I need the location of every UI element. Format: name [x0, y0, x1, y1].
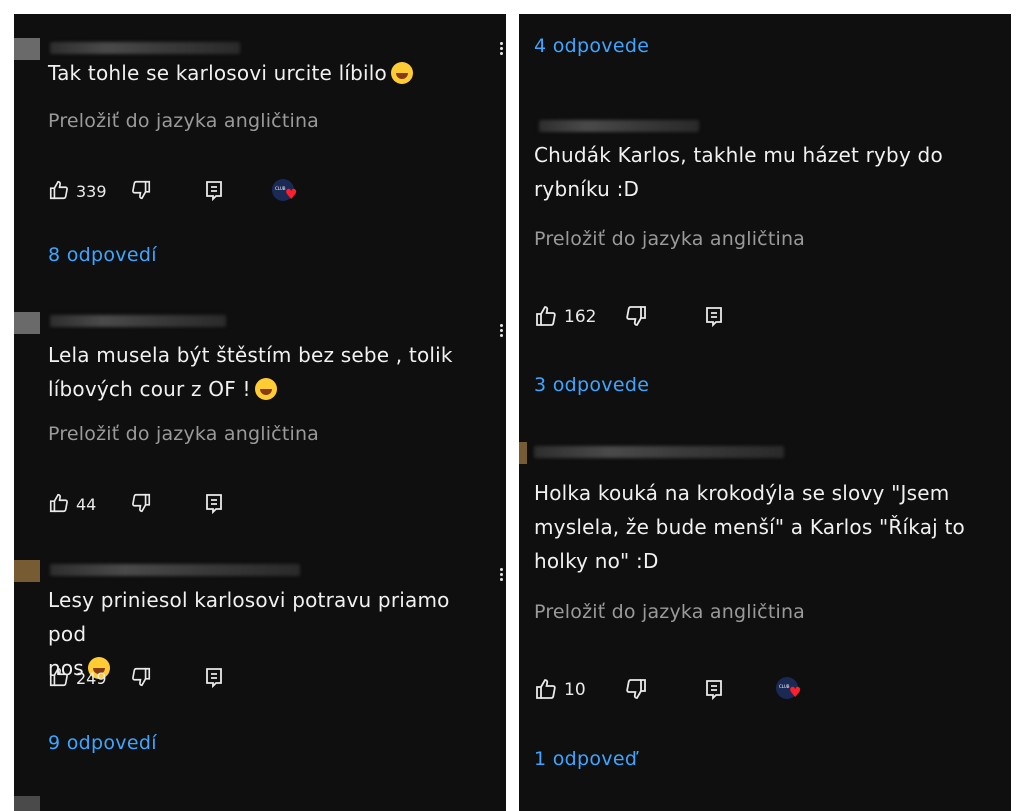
thumbs-up-icon[interactable]: [48, 666, 70, 688]
translate-link[interactable]: Preložiť do jazyka angličtina: [48, 110, 319, 132]
thumbs-down-icon[interactable]: [624, 304, 648, 328]
heart-icon: ♥: [285, 187, 298, 203]
rofl-emoji: [254, 378, 277, 400]
thumbs-down-icon[interactable]: [130, 492, 152, 514]
reply-icon[interactable]: [704, 677, 724, 701]
replies-link[interactable]: 4 odpovede: [534, 35, 649, 57]
like-count: 44: [76, 495, 97, 514]
creator-heart-badge: CLUB ♥: [776, 677, 802, 701]
thumbs-up-icon[interactable]: [48, 179, 70, 201]
comment-actions: 339 CLUB ♥: [48, 179, 348, 205]
reply-icon[interactable]: [704, 304, 724, 328]
author-name-redacted: [534, 446, 784, 458]
thumbs-up-icon[interactable]: [48, 492, 70, 514]
like-count: 10: [564, 680, 586, 700]
reply-icon[interactable]: [204, 666, 224, 688]
translate-link[interactable]: Preložiť do jazyka angličtina: [534, 228, 805, 250]
like-count: 162: [564, 307, 597, 327]
comment-text: Chudák Karlos, takhle mu házet ryby do r…: [534, 143, 943, 201]
avatar[interactable]: [14, 796, 40, 811]
like-count: 339: [76, 182, 107, 201]
more-options-icon[interactable]: [500, 566, 504, 583]
reply-icon[interactable]: [204, 492, 224, 514]
avatar[interactable]: [14, 312, 40, 334]
comment-actions: 162: [534, 304, 834, 330]
replies-link[interactable]: 9 odpovedí: [48, 732, 157, 754]
avatar[interactable]: [519, 442, 527, 464]
like-count: 249: [76, 669, 107, 688]
thumbs-up-icon[interactable]: [534, 304, 558, 328]
author-name-redacted: [50, 315, 226, 327]
thumbs-down-icon[interactable]: [624, 677, 648, 701]
replies-link[interactable]: 3 odpovede: [534, 374, 649, 396]
comment-actions: 10 CLUB ♥: [534, 677, 854, 703]
grinning-sweat-emoji: [390, 62, 413, 84]
comment-actions: 44: [48, 492, 348, 518]
comment-text: Tak tohle se karlosovi urcite líbilo: [48, 56, 480, 90]
avatar[interactable]: [14, 560, 40, 582]
comment-actions: 249: [48, 666, 348, 692]
comment-text: Holka kouká na krokodýla se slovy "Jsem …: [534, 481, 965, 573]
more-options-icon[interactable]: [500, 40, 504, 57]
left-screenshot-panel: Tak tohle se karlosovi urcite líbilo Pre…: [14, 14, 506, 811]
creator-heart-badge: CLUB ♥: [272, 179, 298, 203]
reply-icon[interactable]: [204, 179, 224, 201]
avatar[interactable]: [14, 38, 40, 60]
author-name-redacted: [50, 42, 240, 54]
heart-icon: ♥: [789, 685, 802, 701]
translate-link[interactable]: Preložiť do jazyka angličtina: [48, 423, 319, 445]
author-name-redacted: [50, 564, 300, 576]
replies-link[interactable]: 1 odpoveď: [534, 748, 637, 770]
more-options-icon[interactable]: [500, 322, 504, 339]
comment-text: Lela musela být štěstím bez sebe , tolik…: [48, 343, 453, 401]
right-screenshot-panel: 4 odpovede Chudák Karlos, takhle mu háze…: [519, 14, 1011, 811]
translate-link[interactable]: Preložiť do jazyka angličtina: [534, 601, 805, 623]
replies-link[interactable]: 8 odpovedí: [48, 244, 157, 266]
thumbs-down-icon[interactable]: [130, 666, 152, 688]
author-name-redacted: [539, 120, 699, 132]
thumbs-down-icon[interactable]: [130, 179, 152, 201]
thumbs-up-icon[interactable]: [534, 677, 558, 701]
